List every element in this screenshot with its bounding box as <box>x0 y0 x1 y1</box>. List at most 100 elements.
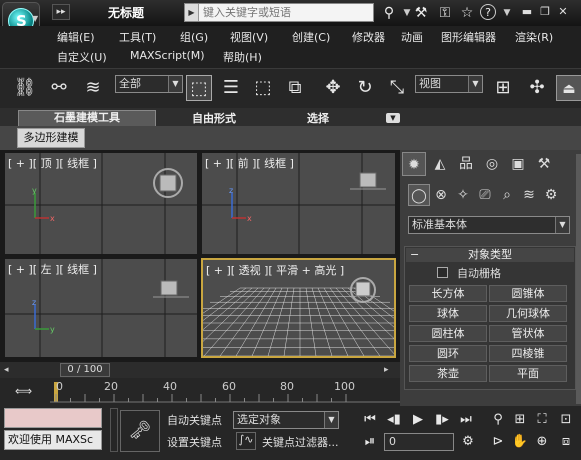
hierarchy-tab-icon[interactable]: 品 <box>454 152 478 176</box>
teapot-button[interactable]: 茶壶 <box>409 365 487 382</box>
search-box[interactable]: ▶ <box>184 3 374 22</box>
viewport-front[interactable]: [ + ][ 前 ][ 线框 ] z x <box>201 152 396 255</box>
tab-selection[interactable]: 选择 <box>307 110 329 126</box>
zoom-all-icon[interactable]: ⊞ <box>510 411 530 429</box>
reference-coordinate-dropdown[interactable]: 视图 ▼ <box>415 75 483 93</box>
orbit-icon[interactable]: ⊕ <box>532 433 552 451</box>
autogrid-checkbox[interactable] <box>437 267 448 278</box>
selection-set-dropdown[interactable]: 选定对象 ▼ <box>233 411 339 429</box>
command-panel-scrollbar[interactable] <box>576 154 581 404</box>
menu-animation[interactable]: 动画 <box>401 29 423 45</box>
field-of-view-icon[interactable]: ⊳ <box>488 433 508 451</box>
toolbar-expand-icon[interactable]: ⏏ <box>556 75 581 101</box>
systems-icon[interactable]: ⚙ <box>540 184 562 206</box>
viewport-label-left[interactable]: [ + ][ 左 ][ 线框 ] <box>8 261 97 277</box>
bind-space-warp-icon[interactable]: ≋ <box>80 75 106 101</box>
link-icon[interactable]: ⛓ <box>12 75 38 101</box>
viewport-top[interactable]: [ + ][ 顶 ][ 线框 ] y x <box>4 152 198 255</box>
tab-freeform[interactable]: 自由形式 <box>192 110 236 126</box>
geosphere-button[interactable]: 几何球体 <box>489 305 567 322</box>
selection-region-icon[interactable]: ⬚ <box>250 75 276 101</box>
unlink-icon[interactable]: ⚯ <box>46 75 72 101</box>
wrench-icon[interactable]: ⚒ <box>412 4 430 22</box>
tube-button[interactable]: 管状体 <box>489 325 567 342</box>
track-bar[interactable]: ⟺ 20 40 60 80 100 0 <box>0 378 400 406</box>
viewport-left[interactable]: [ + ][ 左 ][ 线框 ] z y <box>4 258 198 358</box>
set-key-button[interactable]: 设置关键点 <box>167 434 222 452</box>
play-icon[interactable]: ▶ <box>408 411 428 429</box>
viewport-label-top[interactable]: [ + ][ 顶 ][ 线框 ] <box>8 155 97 171</box>
zoom-icon[interactable]: ⚲ <box>488 411 508 429</box>
display-tab-icon[interactable]: ▣ <box>506 152 530 176</box>
cameras-icon[interactable]: ⎚ <box>474 184 496 206</box>
quick-access-toolbar-button[interactable]: ▸▸ <box>52 4 70 20</box>
tab-graphite-modeling[interactable]: 石墨建模工具 <box>18 110 156 126</box>
object-category-dropdown[interactable]: 标准基本体 ▼ <box>408 216 570 234</box>
selection-filter-dropdown[interactable]: 全部 ▼ <box>115 75 183 93</box>
current-frame-field[interactable]: 0 <box>384 433 454 451</box>
curve-editor-icon[interactable]: ⟺ <box>15 384 35 400</box>
menu-views[interactable]: 视图(V) <box>230 29 268 45</box>
search-input[interactable] <box>203 5 371 20</box>
close-icon[interactable]: ✕ <box>554 5 572 18</box>
maxscript-listener-mini[interactable] <box>4 408 102 428</box>
menu-tools[interactable]: 工具(T) <box>119 29 156 45</box>
rollout-header[interactable]: − 对象类型 <box>406 248 574 262</box>
menu-modifiers[interactable]: 修改器 <box>352 29 385 45</box>
next-frame-icon[interactable]: ▮▸ <box>432 411 452 429</box>
rotate-icon[interactable]: ↻ <box>352 75 378 101</box>
shapes-icon[interactable]: ⊗ <box>430 184 452 206</box>
menu-edit[interactable]: 编辑(E) <box>57 29 95 45</box>
pyramid-button[interactable]: 四棱锥 <box>489 345 567 362</box>
previous-frame-icon[interactable]: ◂▮ <box>384 411 404 429</box>
restore-icon[interactable]: ❐ <box>536 5 554 18</box>
menu-customize[interactable]: 自定义(U) <box>57 49 107 65</box>
modify-tab-icon[interactable]: ◭ <box>428 152 452 176</box>
plane-button[interactable]: 平面 <box>489 365 567 382</box>
key-tangent-icon[interactable]: ∫∿ <box>236 432 256 450</box>
menu-rendering[interactable]: 渲染(R) <box>515 29 553 45</box>
space-warps-icon[interactable]: ≋ <box>518 184 540 206</box>
menu-maxscript[interactable]: MAXScript(M) <box>130 49 205 62</box>
star-icon[interactable]: ☆ <box>458 4 476 22</box>
lights-icon[interactable]: ✧ <box>452 184 474 206</box>
viewport-perspective[interactable]: [ + ][ 透视 ][ 平滑 + 高光 ] <box>201 258 396 358</box>
box-button[interactable]: 长方体 <box>409 285 487 302</box>
pan-icon[interactable]: ✋ <box>510 433 530 451</box>
zoom-extents-all-icon[interactable]: ⊡ <box>556 411 576 429</box>
time-configuration-icon[interactable]: ⚙ <box>458 433 478 451</box>
collapse-icon[interactable]: − <box>410 248 419 262</box>
time-slider-prev-icon[interactable]: ◂ <box>4 365 14 375</box>
key-mode-toggle-icon[interactable]: ⏯ <box>360 433 380 451</box>
cone-button[interactable]: 圆锥体 <box>489 285 567 302</box>
helpers-icon[interactable]: ⌕ <box>496 184 518 206</box>
select-manipulate-icon[interactable]: ✣ <box>524 75 550 101</box>
utilities-tab-icon[interactable]: ⚒ <box>532 152 556 176</box>
go-to-end-icon[interactable]: ⏭ <box>456 411 476 429</box>
maxscript-welcome-field[interactable]: 欢迎使用 MAXSc <box>4 430 102 450</box>
zoom-extents-icon[interactable]: ⛶ <box>532 411 552 429</box>
search-arrow-icon[interactable]: ▶ <box>185 4 199 21</box>
key-icon[interactable]: ⚿ <box>436 4 454 22</box>
window-crossing-icon[interactable]: ⧉ <box>282 75 308 101</box>
pivot-center-icon[interactable]: ⊞ <box>490 75 516 101</box>
geometry-icon[interactable]: ◯ <box>408 184 430 206</box>
help-dropdown-icon[interactable]: ▼ <box>498 4 516 22</box>
menu-create[interactable]: 创建(C) <box>292 29 330 45</box>
cylinder-button[interactable]: 圆柱体 <box>409 325 487 342</box>
maximize-viewport-icon[interactable]: ⧈ <box>556 433 576 451</box>
viewport-label-front[interactable]: [ + ][ 前 ][ 线框 ] <box>205 155 294 171</box>
key-filters-button[interactable]: 关键点过滤器... <box>262 434 339 452</box>
binoculars-icon[interactable]: ⚲ <box>380 4 398 22</box>
go-to-start-icon[interactable]: ⏮ <box>360 411 380 429</box>
select-object-icon[interactable]: ⬚ <box>186 75 212 101</box>
time-slider-next-icon[interactable]: ▸ <box>384 365 394 375</box>
help-icon[interactable]: ? <box>480 4 496 20</box>
minimize-icon[interactable]: ▬ <box>518 5 536 18</box>
key-mode-icon[interactable]: 🗝 <box>120 410 160 452</box>
ribbon-expand-icon[interactable]: ▼ <box>386 113 400 123</box>
menu-help[interactable]: 帮助(H) <box>223 49 262 65</box>
viewport-label-perspective[interactable]: [ + ][ 透视 ][ 平滑 + 高光 ] <box>206 262 344 278</box>
select-by-name-icon[interactable]: ☰ <box>218 75 244 101</box>
sphere-button[interactable]: 球体 <box>409 305 487 322</box>
